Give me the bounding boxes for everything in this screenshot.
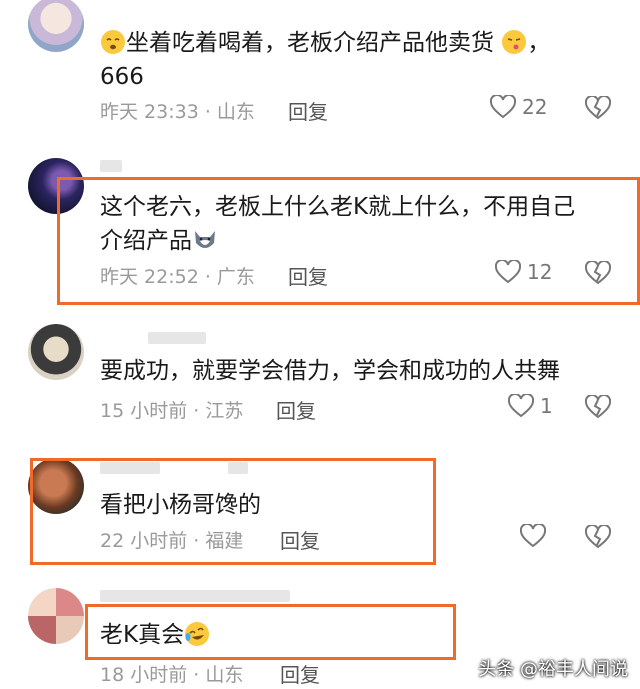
like-count: 1 bbox=[540, 394, 553, 418]
comment-text: 坐着吃着喝着，老板介绍产品他卖货 ， 666 bbox=[100, 26, 610, 94]
comment-text: 要成功，就要学会借力，学会和成功的人共舞 bbox=[100, 358, 560, 384]
comment-1: 坐着吃着喝着，老板介绍产品他卖货 ， 666 昨天 23:33 · 山东 回复 … bbox=[0, 0, 640, 140]
whistle-emoji-icon bbox=[501, 29, 527, 55]
highlight-box bbox=[85, 604, 456, 660]
dislike-button[interactable] bbox=[585, 525, 611, 549]
avatar[interactable] bbox=[28, 324, 84, 380]
highlight-box bbox=[30, 458, 436, 565]
username-blurred bbox=[100, 590, 290, 602]
reply-button[interactable]: 回复 bbox=[276, 395, 316, 424]
comment-text-line2: 666 bbox=[100, 64, 144, 90]
smile-emoji-icon bbox=[100, 29, 126, 55]
like-count: 22 bbox=[522, 95, 548, 119]
comment-meta: 昨天 23:33 · 山东 bbox=[100, 101, 255, 123]
avatar[interactable] bbox=[28, 588, 84, 644]
like-button[interactable] bbox=[520, 524, 546, 548]
like-button[interactable]: 1 bbox=[508, 394, 553, 418]
dislike-button[interactable] bbox=[585, 395, 611, 419]
watermark: 头条 @裕丰人间说 bbox=[478, 659, 628, 680]
broken-heart-icon bbox=[585, 525, 611, 549]
reply-button[interactable]: 回复 bbox=[280, 659, 320, 688]
heart-icon bbox=[490, 95, 516, 119]
like-button[interactable]: 22 bbox=[490, 95, 547, 119]
comment-meta: 15 小时前 · 江苏 bbox=[100, 400, 244, 422]
username-blurred bbox=[148, 332, 206, 344]
dislike-button[interactable] bbox=[585, 96, 611, 120]
heart-icon bbox=[520, 524, 546, 548]
heart-icon bbox=[508, 394, 534, 418]
reply-button[interactable]: 回复 bbox=[288, 96, 328, 125]
highlight-box bbox=[57, 177, 640, 305]
comment-meta: 18 小时前 · 山东 bbox=[100, 664, 244, 686]
comment-3: 要成功，就要学会借力，学会和成功的人共舞 15 小时前 · 江苏 回复 1 bbox=[0, 320, 640, 440]
avatar[interactable] bbox=[28, 0, 84, 52]
broken-heart-icon bbox=[585, 395, 611, 419]
broken-heart-icon bbox=[585, 96, 611, 120]
username-blurred bbox=[100, 160, 122, 172]
